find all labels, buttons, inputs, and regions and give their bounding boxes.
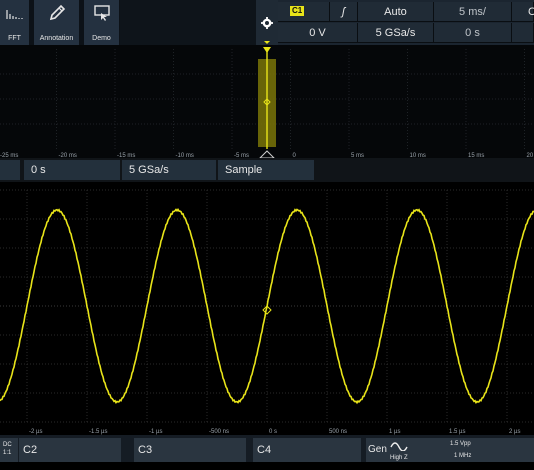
generator-frequency: 1 MHz bbox=[454, 444, 471, 468]
overview-trigger-marker-icon bbox=[263, 47, 271, 53]
channel-badge-cell[interactable]: C1 bbox=[278, 2, 330, 22]
timebase-scale[interactable]: 5 ms/ bbox=[434, 2, 512, 22]
channel-2-button[interactable]: C2 bbox=[19, 438, 121, 462]
overview-panel[interactable]: -25 ms-20 ms-15 ms-10 ms-5 ms05 ms10 ms1… bbox=[0, 45, 534, 158]
trigger-marker-icon bbox=[264, 41, 270, 44]
fft-icon bbox=[5, 4, 25, 20]
position-readout[interactable]: 0 s bbox=[24, 160, 120, 180]
channel-3-button[interactable]: C3 bbox=[134, 438, 246, 462]
generator-button[interactable]: Gen High Z 1.5 Vpp 1 MHz bbox=[366, 438, 534, 462]
channel-4-button[interactable]: C4 bbox=[253, 438, 361, 462]
demo-button[interactable]: Demo bbox=[84, 0, 120, 45]
info-row: 0 s 5 GSa/s Sample bbox=[0, 158, 534, 182]
acquisition-mode[interactable]: Sample bbox=[218, 160, 314, 180]
sample-rate-readout[interactable]: 5 GSa/s bbox=[122, 160, 216, 180]
gear-icon[interactable] bbox=[256, 0, 278, 45]
probe-ratio-label: 1:1 bbox=[3, 449, 18, 457]
top-toolbar: FFT Annotation Demo C1 ʃ Aut bbox=[0, 0, 534, 45]
info-spacer bbox=[0, 160, 20, 180]
partial-empty-cell bbox=[512, 23, 534, 43]
waveform-panel[interactable]: -2.5 µs-2 µs-1.5 µs-1 µs-500 ns0 s500 ns… bbox=[0, 182, 534, 435]
trigger-level[interactable]: 0 V bbox=[278, 23, 358, 43]
fft-button[interactable]: FFT bbox=[0, 0, 30, 45]
channel-badge: C1 bbox=[290, 6, 304, 16]
waveform-plot: -2.5 µs-2 µs-1.5 µs-1 µs-500 ns0 s500 ns… bbox=[0, 182, 534, 435]
settings-column bbox=[256, 0, 278, 45]
fft-label: FFT bbox=[0, 35, 29, 42]
overview-position-marker-icon bbox=[260, 151, 274, 158]
channel-1-coupling[interactable]: DC 1:1 bbox=[0, 438, 18, 462]
demo-label: Demo bbox=[84, 35, 119, 42]
channel-bar: DC 1:1 C2 C3 C4 Gen High Z 1.5 Vpp 1 MHz bbox=[0, 435, 534, 462]
overview-plot: -25 ms-20 ms-15 ms-10 ms-5 ms05 ms10 ms1… bbox=[0, 45, 534, 158]
annotation-label: Annotation bbox=[34, 35, 79, 42]
pencil-icon bbox=[47, 4, 67, 22]
partial-channel-label: C bbox=[528, 6, 534, 18]
trigger-slope[interactable]: ʃ bbox=[330, 2, 358, 22]
generator-label: Gen bbox=[368, 438, 387, 462]
toolbar-empty bbox=[120, 0, 256, 45]
partial-channel-cell[interactable]: C bbox=[512, 2, 534, 22]
annotation-button[interactable]: Annotation bbox=[34, 0, 80, 45]
trigger-mode[interactable]: Auto bbox=[358, 2, 434, 22]
generator-impedance: High Z bbox=[390, 446, 408, 470]
rising-edge-icon: ʃ bbox=[342, 6, 345, 18]
sample-rate[interactable]: 5 GSa/s bbox=[358, 23, 434, 43]
demo-icon bbox=[92, 4, 112, 22]
coupling-label: DC bbox=[3, 441, 18, 449]
trigger-offset[interactable]: 0 s bbox=[434, 23, 512, 43]
